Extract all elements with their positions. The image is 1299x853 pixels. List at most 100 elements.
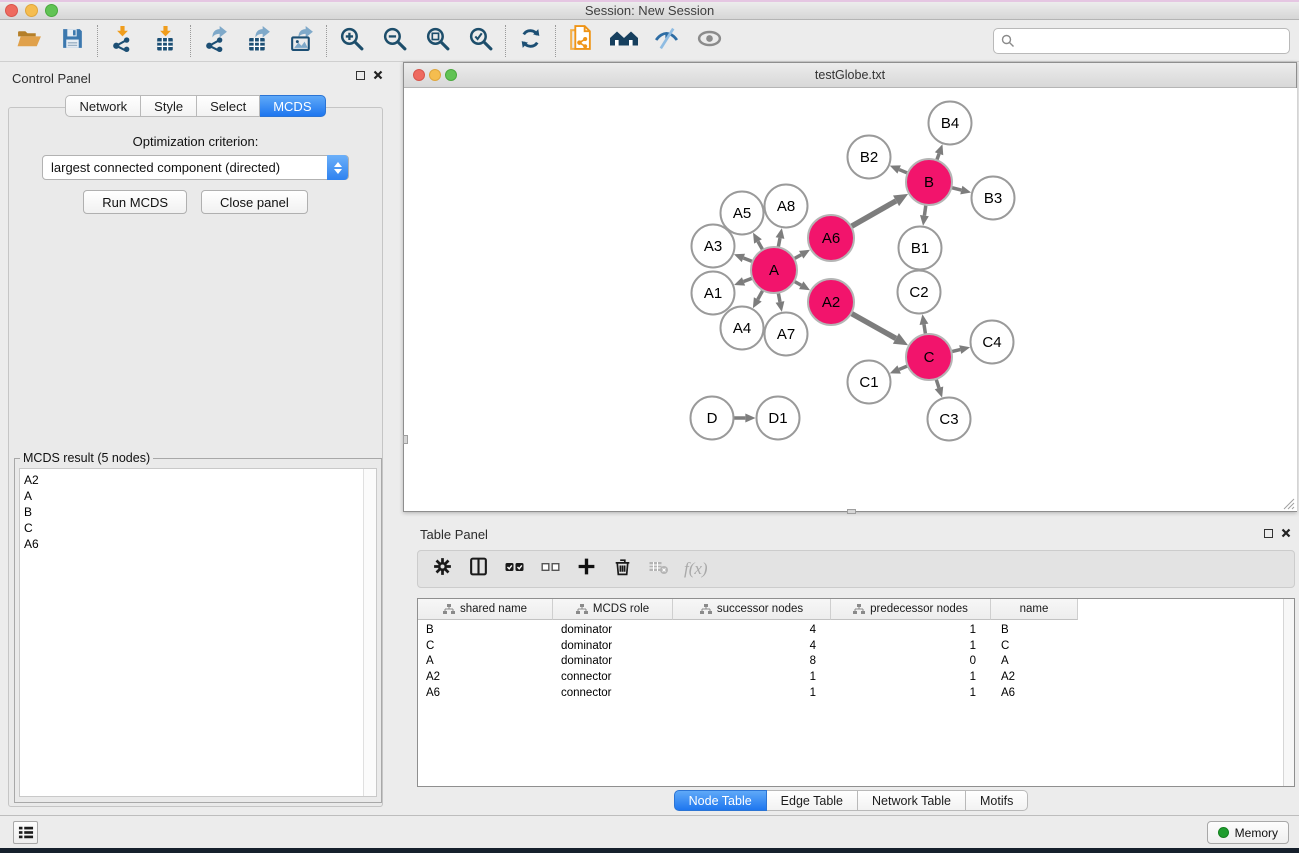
zoom-fit-button[interactable]	[416, 22, 459, 60]
delete-row-button[interactable]	[612, 556, 633, 582]
add-row-button[interactable]	[576, 556, 597, 582]
window-resize-grip[interactable]	[1282, 497, 1295, 510]
cell-successor-nodes[interactable]: 1	[673, 669, 831, 685]
zoom-in-button[interactable]	[330, 22, 373, 60]
refresh-button[interactable]	[509, 22, 552, 60]
export-network-button[interactable]	[194, 22, 237, 60]
criterion-dropdown[interactable]: largest connected component (directed)	[42, 155, 349, 180]
table-row[interactable]: Bdominator41B	[418, 622, 1283, 638]
tab-node-table[interactable]: Node Table	[674, 790, 767, 811]
close-table-panel-icon[interactable]	[1281, 528, 1291, 538]
tab-style[interactable]: Style	[141, 95, 197, 117]
cell-shared-name[interactable]: C	[418, 638, 553, 654]
graph-node-B4[interactable]: B4	[929, 102, 972, 145]
column-header-name[interactable]: name	[991, 599, 1078, 620]
show-details-eye-button[interactable]	[688, 22, 731, 60]
cell-successor-nodes[interactable]: 4	[673, 622, 831, 638]
run-mcds-button[interactable]: Run MCDS	[83, 190, 187, 214]
export-table-button[interactable]	[237, 22, 280, 60]
hide-details-eye-button[interactable]	[645, 22, 688, 60]
memory-button[interactable]: Memory	[1207, 821, 1289, 844]
cell-MCDS-role[interactable]: dominator	[553, 622, 673, 638]
zoom-out-button[interactable]	[373, 22, 416, 60]
network-window-titlebar[interactable]: testGlobe.txt	[404, 63, 1296, 88]
graph-node-A3[interactable]: A3	[692, 225, 735, 268]
cell-MCDS-role[interactable]: dominator	[553, 654, 673, 670]
graph-node-C1[interactable]: C1	[848, 361, 891, 404]
mcds-result-item[interactable]: A	[20, 488, 376, 504]
save-session-button[interactable]	[51, 22, 94, 60]
cell-shared-name[interactable]: A	[418, 654, 553, 670]
search-box[interactable]	[993, 28, 1290, 54]
settings-gear-button[interactable]	[432, 556, 453, 582]
column-header-predecessor-nodes[interactable]: predecessor nodes	[831, 599, 991, 620]
tab-network[interactable]: Network	[65, 95, 141, 117]
graph-node-A1[interactable]: A1	[692, 272, 735, 315]
tab-network-table[interactable]: Network Table	[858, 790, 966, 811]
window-resize-handle-bottom[interactable]	[847, 509, 856, 514]
result-scrollbar[interactable]	[363, 469, 376, 796]
mcds-result-item[interactable]: A6	[20, 536, 376, 552]
cell-predecessor-nodes[interactable]: 1	[831, 622, 991, 638]
search-input[interactable]	[1015, 31, 1289, 51]
cell-shared-name[interactable]: B	[418, 622, 553, 638]
graph-node-C4[interactable]: C4	[971, 321, 1014, 364]
graph-node-A2[interactable]: A2	[808, 279, 854, 325]
cell-predecessor-nodes[interactable]: 1	[831, 669, 991, 685]
deselect-all-button[interactable]	[540, 560, 561, 579]
graph-node-D1[interactable]: D1	[757, 397, 800, 440]
import-table-button[interactable]	[144, 22, 187, 60]
cell-name[interactable]: C	[991, 638, 1078, 654]
column-header-successor-nodes[interactable]: successor nodes	[673, 599, 831, 620]
cell-MCDS-role[interactable]: connector	[553, 685, 673, 701]
tab-edge-table[interactable]: Edge Table	[767, 790, 858, 811]
cell-predecessor-nodes[interactable]: 1	[831, 685, 991, 701]
cell-name[interactable]: A2	[991, 669, 1078, 685]
cell-name[interactable]: A	[991, 654, 1078, 670]
cell-MCDS-role[interactable]: dominator	[553, 638, 673, 654]
graph-node-A[interactable]: A	[751, 247, 797, 293]
home-button[interactable]	[602, 22, 645, 60]
graph-node-D[interactable]: D	[691, 397, 734, 440]
cell-shared-name[interactable]: A6	[418, 685, 553, 701]
mcds-result-item[interactable]: B	[20, 504, 376, 520]
table-row[interactable]: Cdominator41C	[418, 638, 1283, 654]
graph-node-A6[interactable]: A6	[808, 215, 854, 261]
graph-node-A7[interactable]: A7	[765, 313, 808, 356]
window-resize-handle-left[interactable]	[403, 435, 408, 444]
cell-predecessor-nodes[interactable]: 0	[831, 654, 991, 670]
graph-node-B[interactable]: B	[906, 159, 952, 205]
mcds-result-item[interactable]: A2	[20, 472, 376, 488]
table-scrollbar[interactable]	[1283, 599, 1294, 786]
table-row[interactable]: Adominator80A	[418, 654, 1283, 670]
mcds-result-item[interactable]: C	[20, 520, 376, 536]
tab-select[interactable]: Select	[197, 95, 260, 117]
cell-name[interactable]: A6	[991, 685, 1078, 701]
cell-successor-nodes[interactable]: 4	[673, 638, 831, 654]
select-all-button[interactable]	[504, 560, 525, 579]
tab-mcds[interactable]: MCDS	[260, 95, 325, 117]
cell-predecessor-nodes[interactable]: 1	[831, 638, 991, 654]
close-panel-button[interactable]: Close panel	[201, 190, 308, 214]
zoom-selected-button[interactable]	[459, 22, 502, 60]
column-visibility-button[interactable]	[468, 556, 489, 582]
column-header-shared-name[interactable]: shared name	[418, 599, 553, 620]
graph-node-B1[interactable]: B1	[899, 227, 942, 270]
import-network-button[interactable]	[101, 22, 144, 60]
graph-node-C3[interactable]: C3	[928, 398, 971, 441]
graph-node-B3[interactable]: B3	[972, 177, 1015, 220]
graph-node-A5[interactable]: A5	[721, 192, 764, 235]
open-session-button[interactable]	[8, 22, 51, 60]
table-row[interactable]: A2connector11A2	[418, 669, 1283, 685]
new-network-from-file-button[interactable]	[559, 22, 602, 60]
tab-motifs[interactable]: Motifs	[966, 790, 1028, 811]
graph-node-C[interactable]: C	[906, 334, 952, 380]
column-header-MCDS-role[interactable]: MCDS role	[553, 599, 673, 620]
task-history-button[interactable]	[13, 821, 38, 844]
graph-node-A8[interactable]: A8	[765, 185, 808, 228]
table-row[interactable]: A6connector11A6	[418, 685, 1283, 701]
cell-successor-nodes[interactable]: 8	[673, 654, 831, 670]
float-table-panel-icon[interactable]	[1264, 529, 1273, 538]
cell-MCDS-role[interactable]: connector	[553, 669, 673, 685]
network-canvas[interactable]: B4B2BB3A5A8A6B1A3AC2A1A2A4A7C4CC1C3DD1	[405, 88, 1297, 511]
